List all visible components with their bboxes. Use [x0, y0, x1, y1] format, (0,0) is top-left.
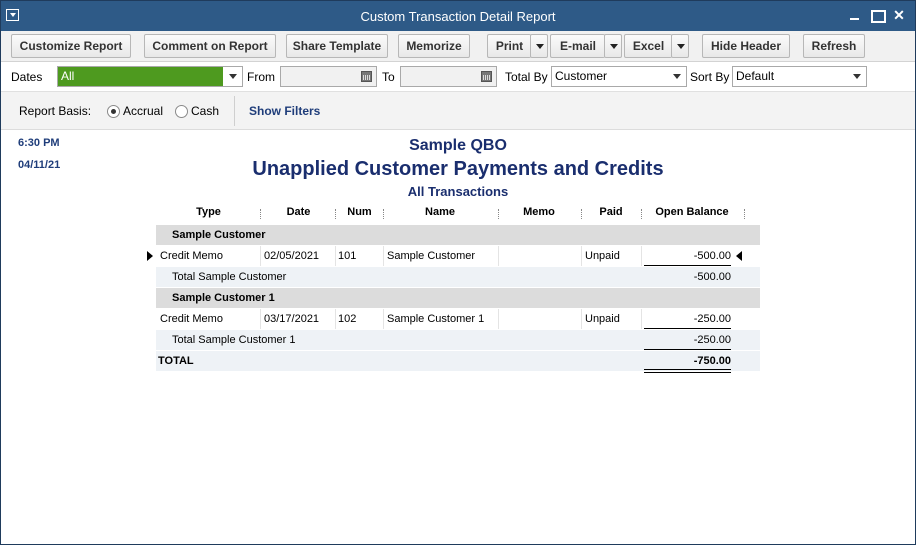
email-dropdown-icon[interactable]	[604, 34, 622, 58]
group-total-row[interactable]: Total Sample Customer -500.00	[156, 267, 760, 287]
to-date-field[interactable]	[400, 66, 497, 87]
column-headers: Type Date Num Name Memo Paid Open Balanc…	[156, 204, 760, 222]
calendar-icon[interactable]	[481, 71, 492, 82]
cell-paid: Unpaid	[585, 313, 620, 325]
dates-label: Dates	[11, 70, 43, 84]
column-header-name[interactable]: Name	[384, 206, 496, 218]
company-name: Sample QBO	[409, 137, 507, 154]
print-dropdown-icon[interactable]	[530, 34, 548, 58]
accrual-label[interactable]: Accrual	[123, 104, 163, 118]
column-header-type[interactable]: Type	[156, 206, 261, 218]
comment-on-report-button[interactable]: Comment on Report	[144, 34, 276, 58]
total-by-label: Total By	[505, 70, 548, 84]
cell-date: 02/05/2021	[264, 250, 320, 262]
cell-type: Credit Memo	[160, 250, 223, 262]
row-marker-left-icon	[147, 251, 153, 261]
grand-total-label: TOTAL	[158, 355, 194, 367]
report-title: Unapplied Customer Payments and Credits	[252, 158, 664, 180]
maximize-button[interactable]	[869, 7, 886, 23]
dates-select[interactable]: All	[57, 66, 243, 87]
close-button[interactable]: ✕	[891, 7, 907, 23]
column-header-date[interactable]: Date	[261, 206, 336, 218]
group-total-label: Total Sample Customer	[172, 271, 287, 283]
group-header-row: Sample Customer 1	[156, 288, 760, 308]
minimize-button[interactable]	[847, 7, 863, 23]
grand-total-value: -750.00	[693, 355, 731, 367]
cell-date: 03/17/2021	[264, 313, 320, 325]
customize-report-button[interactable]: Customize Report	[11, 34, 131, 58]
subtotal-underline	[644, 349, 731, 350]
excel-button[interactable]: Excel	[624, 34, 672, 58]
column-header-paid[interactable]: Paid	[582, 206, 640, 218]
column-resize-handle[interactable]	[744, 209, 746, 219]
cell-name: Sample Customer	[387, 250, 476, 262]
row-marker-right-icon	[736, 251, 742, 261]
print-button[interactable]: Print	[487, 34, 531, 58]
sort-by-value: Default	[736, 69, 775, 83]
chevron-down-icon	[229, 74, 237, 79]
group-total-row[interactable]: Total Sample Customer 1 -250.00	[156, 330, 760, 350]
column-resize-handle[interactable]	[641, 209, 643, 219]
hide-header-button[interactable]: Hide Header	[702, 34, 790, 58]
dates-select-value: All	[61, 69, 75, 83]
report-window: Custom Transaction Detail Report ✕ Custo…	[0, 0, 916, 545]
group-name: Sample Customer	[172, 229, 266, 241]
cell-paid: Unpaid	[585, 250, 620, 262]
cell-open-balance: -500.00	[693, 250, 731, 262]
group-header-row: Sample Customer	[156, 225, 760, 245]
group-total-value: -250.00	[693, 334, 731, 346]
cell-type: Credit Memo	[160, 313, 223, 325]
title-bar: Custom Transaction Detail Report ✕	[1, 1, 915, 31]
from-date-field[interactable]	[280, 66, 377, 87]
excel-dropdown-icon[interactable]	[671, 34, 689, 58]
chevron-down-icon	[853, 74, 861, 79]
accrual-radio[interactable]	[107, 105, 120, 118]
report-basis-bar: Report Basis: Accrual Cash Show Filters	[1, 92, 915, 130]
from-label: From	[247, 70, 275, 84]
show-filters-link[interactable]: Show Filters	[249, 104, 320, 118]
report-subtitle: All Transactions	[407, 184, 509, 199]
column-header-open-balance[interactable]: Open Balance	[646, 206, 738, 218]
calendar-icon[interactable]	[361, 71, 372, 82]
column-header-num[interactable]: Num	[336, 206, 383, 218]
subtotal-underline	[644, 328, 731, 329]
report-basis-label: Report Basis:	[19, 104, 92, 118]
chevron-down-icon	[673, 74, 681, 79]
group-total-label: Total Sample Customer 1	[172, 334, 296, 346]
total-double-underline	[644, 369, 731, 373]
group-total-value: -500.00	[693, 271, 731, 283]
cash-radio[interactable]	[175, 105, 188, 118]
group-name: Sample Customer 1	[172, 292, 275, 304]
table-row[interactable]: Credit Memo 02/05/2021 101 Sample Custom…	[156, 246, 760, 266]
subtotal-underline	[644, 265, 731, 266]
total-by-select[interactable]: Customer	[551, 66, 687, 87]
email-button[interactable]: E-mail	[550, 34, 605, 58]
cell-open-balance: -250.00	[693, 313, 731, 325]
cell-num: 102	[338, 313, 357, 325]
refresh-button[interactable]: Refresh	[803, 34, 865, 58]
report-body: 6:30 PM 04/11/21 Sample QBO Unapplied Cu…	[1, 131, 915, 544]
report-toolbar: Customize Report Comment on Report Share…	[1, 31, 915, 62]
cell-name: Sample Customer 1	[387, 313, 485, 325]
total-by-value: Customer	[555, 69, 608, 83]
column-header-memo[interactable]: Memo	[499, 206, 579, 218]
table-row[interactable]: Credit Memo 03/17/2021 102 Sample Custom…	[156, 309, 760, 329]
cell-num: 101	[338, 250, 357, 262]
sort-by-select[interactable]: Default	[732, 66, 867, 87]
sort-by-label: Sort By	[690, 70, 730, 84]
to-label: To	[382, 70, 395, 84]
divider	[234, 96, 235, 126]
grand-total-row[interactable]: TOTAL -750.00	[156, 351, 760, 373]
share-template-button[interactable]: Share Template	[286, 34, 388, 58]
window-title: Custom Transaction Detail Report	[360, 9, 556, 24]
filter-bar: Dates All From To Total By Customer Sort…	[1, 62, 915, 92]
memorize-button[interactable]: Memorize	[398, 34, 470, 58]
cash-label[interactable]: Cash	[191, 104, 219, 118]
